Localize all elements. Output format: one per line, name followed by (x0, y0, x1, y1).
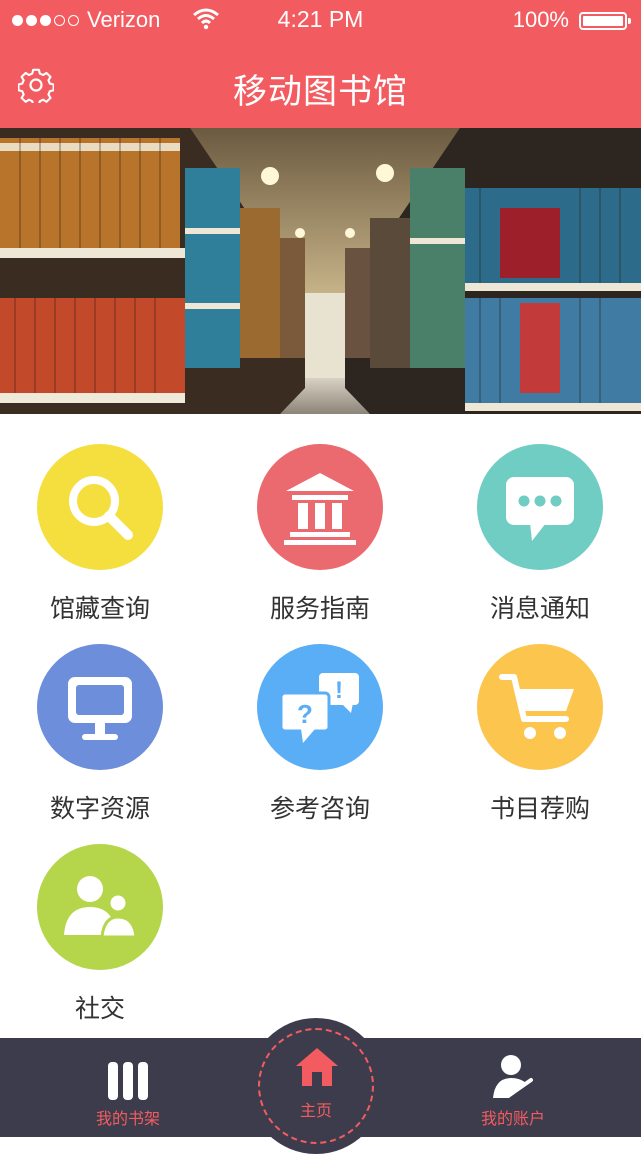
library-bookshelves-photo (0, 128, 641, 414)
page-title: 移动图书馆 (233, 72, 408, 112)
menu-item-service-guide[interactable]: 服务指南 (220, 414, 420, 623)
nav-bar: 移动图书馆 (0, 42, 641, 128)
consult-bubbles-icon: ! ? (257, 644, 383, 770)
menu-item-digital-resources[interactable]: 数字资源 (0, 614, 200, 823)
people-icon (37, 844, 163, 970)
tab-label: 我的账户 (480, 1109, 545, 1128)
tab-home[interactable]: 主页 (248, 1018, 384, 1154)
menu-item-label: 社交 (74, 994, 125, 1023)
message-bubble-icon (477, 444, 603, 570)
library-building-icon (257, 444, 383, 570)
library-banner-image (0, 128, 641, 414)
account-icon (493, 1055, 533, 1098)
tab-label: 主页 (299, 1101, 332, 1120)
battery-icon (579, 12, 631, 30)
tab-bar: 我的书架 主页 我的账户 (0, 1018, 641, 1154)
menu-item-reference-consultation[interactable]: ! ? 参考咨询 (220, 614, 420, 823)
tab-my-account[interactable]: 我的账户 (413, 1038, 613, 1137)
status-bar: Verizon 4:21 PM 100% (0, 0, 641, 42)
menu-item-label: 书目荐购 (489, 794, 590, 823)
svg-text:!: ! (335, 677, 343, 704)
menu-item-social[interactable]: 社交 (0, 814, 200, 1023)
menu-item-book-recommendation[interactable]: 书目荐购 (440, 614, 640, 823)
battery-percent: 100% (512, 7, 569, 32)
search-icon (37, 444, 163, 570)
svg-text:?: ? (297, 699, 313, 729)
tab-label: 我的书架 (95, 1109, 160, 1128)
bookshelf-icon (108, 1062, 148, 1100)
shopping-cart-icon (477, 644, 603, 770)
menu-item-collection-search[interactable]: 馆藏查询 (0, 414, 200, 623)
menu-grid: 馆藏查询 服务指南 消息通知 数字资源 ! ? 参考咨询 书目荐购 社交 (0, 414, 641, 1038)
home-icon (296, 1048, 338, 1086)
monitor-icon (37, 644, 163, 770)
menu-item-notifications[interactable]: 消息通知 (440, 414, 640, 623)
tab-my-bookshelf[interactable]: 我的书架 (28, 1038, 228, 1137)
menu-item-label: 参考咨询 (269, 794, 370, 823)
